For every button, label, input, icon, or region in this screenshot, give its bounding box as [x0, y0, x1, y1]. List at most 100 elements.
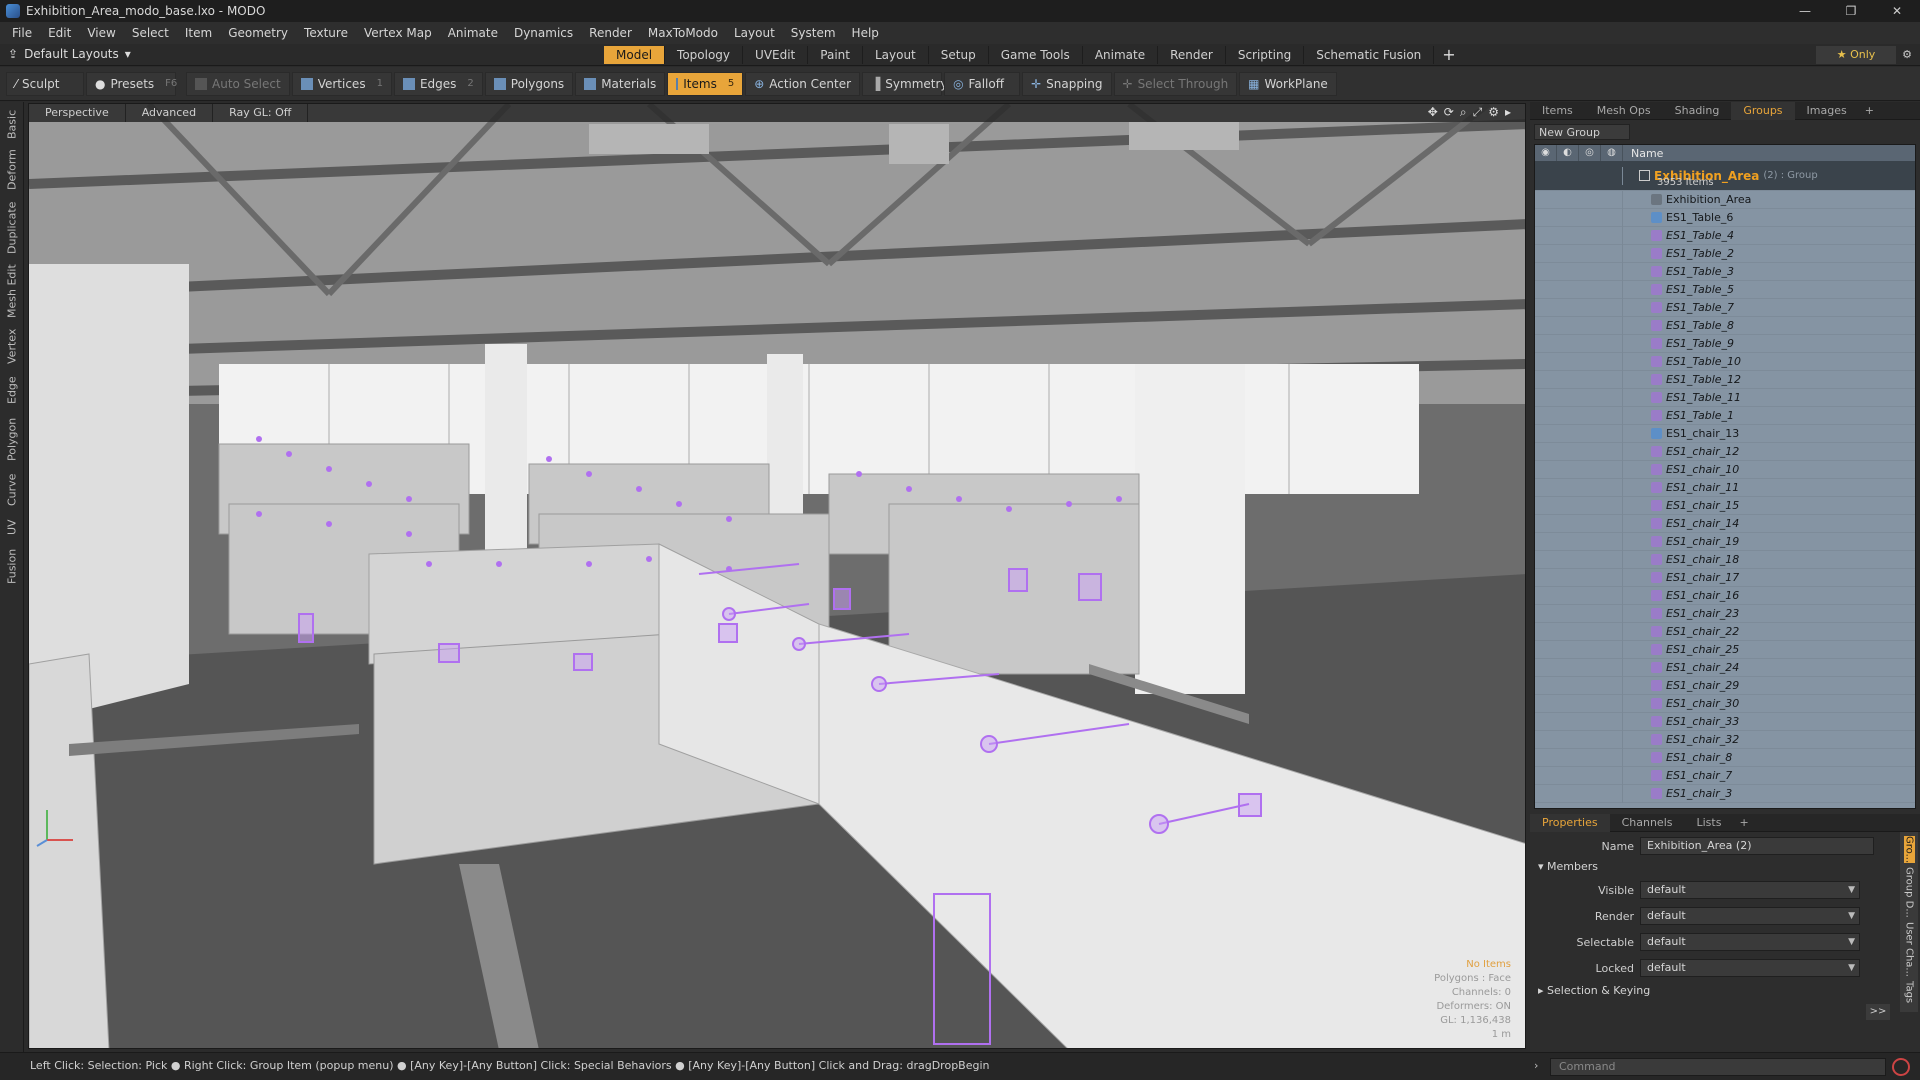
fit-view-icon[interactable]: ⤢ — [1473, 105, 1483, 120]
list-item[interactable]: ES1_chair_29 — [1535, 676, 1915, 695]
menu-animate[interactable]: Animate — [440, 22, 506, 44]
tab-groups[interactable]: Groups — [1731, 101, 1795, 120]
add-tab-icon[interactable]: + — [1733, 816, 1754, 829]
list-item[interactable]: ES1_chair_11 — [1535, 478, 1915, 497]
tab-render[interactable]: Render — [1158, 46, 1226, 64]
vertices-button[interactable]: Vertices 1 — [291, 71, 392, 96]
materials-button[interactable]: Materials — [575, 71, 666, 96]
lefttab-basic[interactable]: Basic — [0, 106, 24, 142]
list-item[interactable]: ES1_chair_8 — [1535, 748, 1915, 767]
menu-dynamics[interactable]: Dynamics — [506, 22, 581, 44]
list-item[interactable]: Exhibition_Area — [1535, 190, 1915, 209]
list-item[interactable]: ES1_chair_32 — [1535, 730, 1915, 749]
list-item[interactable]: ES1_chair_23 — [1535, 604, 1915, 623]
list-item[interactable]: ES1_chair_25 — [1535, 640, 1915, 659]
only-toggle[interactable]: ★ Only — [1816, 46, 1896, 64]
sidetab-group-display[interactable]: Group D... — [1904, 867, 1915, 918]
lefttab-fusion[interactable]: Fusion — [0, 544, 24, 588]
list-item[interactable]: ES1_chair_19 — [1535, 532, 1915, 551]
locked-select[interactable]: default ▼ — [1640, 959, 1860, 977]
close-button[interactable]: ✕ — [1874, 0, 1920, 22]
group-row[interactable]: Exhibition_Area (2) : Group 3953 Items — [1535, 161, 1915, 191]
tab-model[interactable]: Model — [604, 46, 666, 64]
tab-layout[interactable]: Layout — [863, 46, 929, 64]
menu-layout[interactable]: Layout — [726, 22, 783, 44]
menu-view[interactable]: View — [79, 22, 123, 44]
name-field[interactable]: Exhibition_Area (2) — [1640, 837, 1874, 855]
menu-help[interactable]: Help — [844, 22, 887, 44]
tab-shading[interactable]: Shading — [1663, 102, 1732, 120]
viewport-expand-icon[interactable]: ▸ — [1505, 105, 1511, 120]
visible-select[interactable]: default ▼ — [1640, 881, 1860, 899]
move-view-icon[interactable]: ✥ — [1428, 105, 1438, 120]
list-item[interactable]: ES1_Table_12 — [1535, 370, 1915, 389]
list-item[interactable]: ES1_chair_14 — [1535, 514, 1915, 533]
auto-select-button[interactable]: Auto Select — [186, 71, 290, 96]
menu-item[interactable]: Item — [177, 22, 220, 44]
render-column-icon[interactable]: ◐ — [1557, 145, 1579, 161]
items-button[interactable]: Items 5 — [667, 71, 744, 96]
view-advanced-dropdown[interactable]: Advanced — [126, 104, 214, 122]
more-button[interactable]: >> — [1866, 1004, 1890, 1020]
menu-system[interactable]: System — [783, 22, 844, 44]
list-item[interactable]: ES1_chair_17 — [1535, 568, 1915, 587]
select-column-icon[interactable]: ◎ — [1579, 145, 1601, 161]
lefttab-vertex[interactable]: Vertex — [0, 324, 24, 368]
sculpt-button[interactable]: ⁄ Sculpt — [6, 71, 84, 96]
falloff-button[interactable]: ◎ Falloff — [944, 71, 1021, 96]
tab-images[interactable]: Images — [1795, 102, 1859, 120]
list-item[interactable]: ES1_Table_4 — [1535, 226, 1915, 245]
list-item[interactable]: ES1_Table_11 — [1535, 388, 1915, 407]
selectable-select[interactable]: default ▼ — [1640, 933, 1860, 951]
lefttab-duplicate[interactable]: Duplicate — [0, 198, 24, 258]
tab-items[interactable]: Items — [1530, 102, 1585, 120]
list-item[interactable]: ES1_Table_3 — [1535, 262, 1915, 281]
tab-scripting[interactable]: Scripting — [1226, 46, 1305, 64]
lefttab-uv[interactable]: UV — [0, 514, 24, 540]
list-item[interactable]: ES1_Table_10 — [1535, 352, 1915, 371]
select-through-button[interactable]: ✛ Select Through — [1113, 71, 1238, 96]
tab-mesh-ops[interactable]: Mesh Ops — [1585, 102, 1663, 120]
gear-icon[interactable]: ⚙ — [1898, 46, 1916, 64]
tab-uvedit[interactable]: UVEdit — [743, 46, 809, 64]
action-center-button[interactable]: ⊕ Action Center — [745, 71, 861, 96]
viewport-gear-icon[interactable]: ⚙ — [1488, 105, 1499, 120]
command-expand-icon[interactable]: › — [1534, 1059, 1538, 1072]
lock-column-icon[interactable]: ◍ — [1601, 145, 1623, 161]
tab-paint[interactable]: Paint — [808, 46, 863, 64]
add-tab-icon[interactable]: + — [1434, 46, 1455, 64]
list-item[interactable]: ES1_Table_1 — [1535, 406, 1915, 425]
raygl-toggle[interactable]: Ray GL: Off — [213, 104, 309, 122]
menu-render[interactable]: Render — [581, 22, 640, 44]
lefttab-mesh-edit[interactable]: Mesh Edit — [0, 262, 24, 320]
3d-viewport[interactable]: Perspective Advanced Ray GL: Off ✥ ⟳ ⌕ ⤢… — [28, 103, 1526, 1049]
menu-edit[interactable]: Edit — [40, 22, 79, 44]
tab-animate[interactable]: Animate — [1083, 46, 1159, 64]
menu-file[interactable]: File — [4, 22, 40, 44]
maximize-button[interactable]: ❐ — [1828, 0, 1874, 22]
lefttab-deform[interactable]: Deform — [0, 146, 24, 194]
tab-game-tools[interactable]: Game Tools — [989, 46, 1083, 64]
list-item[interactable]: ES1_chair_18 — [1535, 550, 1915, 569]
menu-vertex-map[interactable]: Vertex Map — [356, 22, 440, 44]
menu-maxtomodo[interactable]: MaxToModo — [640, 22, 726, 44]
list-item[interactable]: ES1_chair_7 — [1535, 766, 1915, 785]
command-input[interactable]: Command — [1550, 1058, 1886, 1076]
view-perspective-dropdown[interactable]: Perspective — [29, 104, 126, 122]
list-item[interactable]: ES1_Table_6 — [1535, 208, 1915, 227]
selection-keying-section[interactable]: ▸ Selection & Keying — [1538, 984, 1650, 997]
symmetry-button[interactable]: ▐ Symmetry — [862, 71, 948, 96]
new-group-button[interactable]: New Group — [1534, 124, 1630, 140]
rotate-view-icon[interactable]: ⟳ — [1444, 105, 1454, 120]
zoom-view-icon[interactable]: ⌕ — [1460, 105, 1467, 120]
sidetab-group[interactable]: Gro... — [1903, 836, 1915, 864]
layouts-dropdown[interactable]: ⇪ Default Layouts ▾ — [8, 47, 131, 61]
tab-channels[interactable]: Channels — [1610, 814, 1685, 832]
record-icon[interactable] — [1892, 1058, 1910, 1076]
tab-topology[interactable]: Topology — [665, 46, 744, 64]
polygons-button[interactable]: Polygons — [484, 71, 574, 96]
list-item[interactable]: ES1_chair_3 — [1535, 784, 1915, 803]
lefttab-edge[interactable]: Edge — [0, 372, 24, 408]
list-item[interactable]: ES1_chair_12 — [1535, 442, 1915, 461]
list-item[interactable]: ES1_chair_30 — [1535, 694, 1915, 713]
